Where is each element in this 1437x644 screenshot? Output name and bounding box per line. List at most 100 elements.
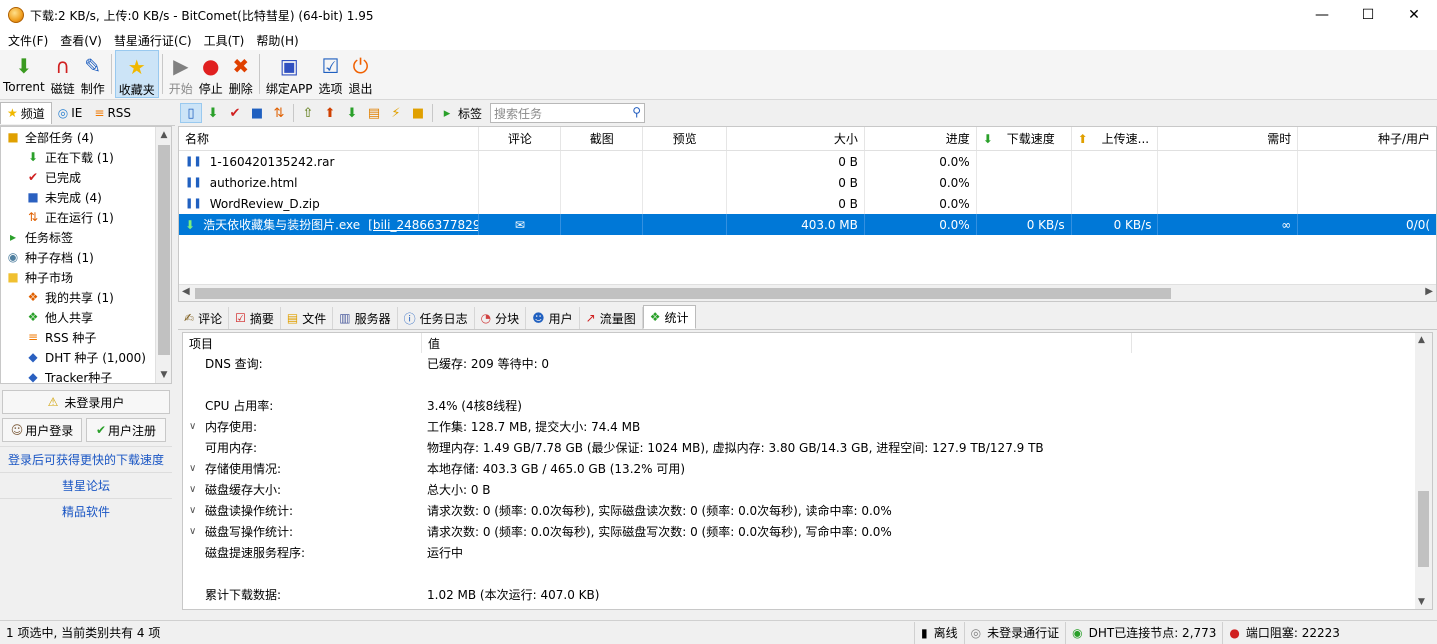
- stats-row[interactable]: 累计下载数据: 1.02 MB (本次运行: 407.0 KB): [183, 584, 1432, 605]
- close-button[interactable]: ✕: [1391, 0, 1437, 30]
- scrollbar-thumb[interactable]: [158, 145, 170, 355]
- column-size[interactable]: 大小: [727, 127, 865, 150]
- status-offline[interactable]: ▮ 离线: [915, 621, 965, 644]
- move-icon[interactable]: ⬆: [319, 103, 341, 123]
- tab-task-log[interactable]: ⓘ 任务日志: [398, 307, 475, 329]
- tree-item-torrent-market[interactable]: ■ 种子市场: [1, 267, 171, 287]
- not-logged-in-user[interactable]: ⚠ 未登录用户: [2, 390, 170, 414]
- user-login-button[interactable]: ☺ 用户登录: [2, 418, 82, 442]
- stats-row[interactable]: DNS 查询: 已缓存: 209 等待中: 0: [183, 353, 1432, 374]
- column-download-speed[interactable]: ⬇ 下载速度: [977, 127, 1072, 150]
- download-filter-icon[interactable]: ⬇: [202, 103, 224, 123]
- scroll-up-icon[interactable]: ▲: [1418, 335, 1425, 345]
- scroll-down-icon[interactable]: ▼: [1418, 597, 1425, 607]
- tag-icon[interactable]: ▸: [436, 103, 458, 123]
- search-icon[interactable]: ⚲: [632, 105, 641, 119]
- scroll-down-icon[interactable]: ▼: [156, 367, 171, 383]
- completed-filter-icon[interactable]: ✔: [224, 103, 246, 123]
- tags-label[interactable]: 标签: [458, 105, 482, 122]
- make-torrent-button[interactable]: ✎ 制作: [78, 50, 108, 98]
- torrent-button[interactable]: ⬇ Torrent: [0, 50, 48, 98]
- scroll-right-icon[interactable]: ▶: [1425, 286, 1433, 297]
- bind-app-button[interactable]: ▣ 绑定APP: [263, 50, 316, 98]
- tree-item-my-shares[interactable]: ❖ 我的共享 (1): [1, 287, 171, 307]
- menu-tools[interactable]: 工具(T): [198, 32, 251, 49]
- column-name[interactable]: 名称: [179, 127, 480, 150]
- status-passport[interactable]: ◎ 未登录通行证: [965, 621, 1067, 644]
- tree-item-completed[interactable]: ✔ 已完成: [1, 167, 171, 187]
- column-upload-speed[interactable]: ⬆ 上传速...: [1072, 127, 1159, 150]
- column-comment[interactable]: 评论: [479, 127, 562, 150]
- tab-peers[interactable]: ☻ 用户: [526, 307, 580, 329]
- start-button[interactable]: ▶ 开始: [166, 50, 196, 98]
- expand-chevron-icon[interactable]: ∨: [189, 526, 205, 537]
- stats-row[interactable]: ∨ 磁盘缓存大小: 总大小: 0 B: [183, 479, 1432, 500]
- software-link[interactable]: 精品软件: [0, 498, 172, 524]
- tab-comments[interactable]: ✍ 评论: [178, 307, 230, 329]
- expand-chevron-icon[interactable]: ∨: [189, 463, 205, 474]
- tab-traffic-graph[interactable]: ↗ 流量图: [580, 307, 643, 329]
- stats-row[interactable]: [183, 374, 1432, 395]
- expand-chevron-icon[interactable]: ∨: [189, 484, 205, 495]
- tree-item-dht-torrents[interactable]: ◆ DHT 种子 (1,000): [1, 347, 171, 367]
- scroll-up-icon[interactable]: ▲: [156, 127, 171, 143]
- search-input[interactable]: 搜索任务 ⚲: [490, 103, 646, 123]
- table-row-selected[interactable]: ⬇ 浩天依收藏集与装扮图片.exe [bili_24866377829] ✉ 403…: [179, 214, 1436, 235]
- tab-rss[interactable]: ≡ RSS: [88, 102, 137, 124]
- menu-passport[interactable]: 彗星通行证(C): [108, 32, 198, 49]
- column-preview[interactable]: 预览: [643, 127, 728, 150]
- table-row[interactable]: ❚❚ 1-160420135242.rar 0 B 0.0%: [179, 151, 1436, 172]
- stats-row[interactable]: ∨ 磁盘读操作统计: 请求次数: 0 (频率: 0.0次每秒), 实际磁盘读次数: …: [183, 500, 1432, 521]
- magnet-button[interactable]: ∩ 磁链: [48, 50, 78, 98]
- tab-servers[interactable]: ▥ 服务器: [333, 307, 398, 329]
- stats-scrollbar[interactable]: ▲ ▼: [1415, 333, 1432, 609]
- status-dht[interactable]: ◉ DHT已连接节点: 2,773: [1066, 621, 1224, 644]
- stats-row[interactable]: CPU 占用率: 3.4% (4核8线程): [183, 395, 1432, 416]
- tab-pieces[interactable]: ◔ 分块: [475, 307, 527, 329]
- tree-item-running[interactable]: ⇅ 正在运行 (1): [1, 207, 171, 227]
- tree-item-torrent-archive[interactable]: ◉ 种子存档 (1): [1, 247, 171, 267]
- stats-row[interactable]: 可用内存: 物理内存: 1.49 GB/7.78 GB (最少保证: 1024 M…: [183, 437, 1432, 458]
- stats-row[interactable]: ∨ 内存使用: 工作集: 128.7 MB, 提交大小: 74.4 MB: [183, 416, 1432, 437]
- tree-item-rss-torrents[interactable]: ≡ RSS 种子: [1, 327, 171, 347]
- incomplete-filter-icon[interactable]: ■: [246, 103, 268, 123]
- envelope-icon[interactable]: ✉: [515, 218, 525, 232]
- exit-button[interactable]: ⏻ 退出: [346, 50, 376, 98]
- column-eta[interactable]: 需时: [1158, 127, 1299, 150]
- scrollbar-thumb[interactable]: [195, 288, 1171, 299]
- favorites-button[interactable]: ★ 收藏夹: [114, 50, 159, 98]
- tab-files[interactable]: ▤ 文件: [281, 307, 334, 329]
- column-seeds[interactable]: 种子/用户: [1298, 127, 1436, 150]
- tab-summary[interactable]: ☑ 摘要: [229, 307, 281, 329]
- stats-row[interactable]: ∨ 存储使用情况: 本地存储: 403.3 GB / 465.0 GB (13.2%…: [183, 458, 1432, 479]
- table-horizontal-scrollbar[interactable]: ◀ ▶: [179, 284, 1436, 301]
- table-row[interactable]: ❚❚ WordReview_D.zip 0 B 0.0%: [179, 193, 1436, 214]
- tab-ie[interactable]: ◎ IE: [52, 102, 89, 124]
- task-tag-link[interactable]: [bili_24866377829]: [368, 218, 478, 232]
- scroll-left-icon[interactable]: ◀: [182, 286, 190, 297]
- tree-item-all-tasks[interactable]: ■ 全部任务 (4): [1, 127, 171, 147]
- column-progress[interactable]: 进度: [865, 127, 977, 150]
- tree-item-downloading[interactable]: ⬇ 正在下载 (1): [1, 147, 171, 167]
- stop-button[interactable]: ● 停止: [196, 50, 226, 98]
- minimize-button[interactable]: —: [1299, 0, 1345, 30]
- stats-row[interactable]: 磁盘提速服务程序: 运行中: [183, 542, 1432, 563]
- menu-file[interactable]: 文件(F): [2, 32, 54, 49]
- running-filter-icon[interactable]: ⇅: [268, 103, 290, 123]
- stats-column-item[interactable]: 项目: [183, 333, 421, 353]
- tree-scrollbar[interactable]: ▲ ▼: [155, 127, 171, 383]
- expand-chevron-icon[interactable]: ∨: [189, 505, 205, 516]
- file-icon[interactable]: ▤: [363, 103, 385, 123]
- folder-icon[interactable]: ■: [407, 103, 429, 123]
- user-register-button[interactable]: ✔ 用户注册: [86, 418, 166, 442]
- expand-chevron-icon[interactable]: ∨: [189, 421, 205, 432]
- menu-view[interactable]: 查看(V): [54, 32, 108, 49]
- maximize-button[interactable]: ☐: [1345, 0, 1391, 30]
- forum-link[interactable]: 彗星论坛: [0, 472, 172, 498]
- up-priority-icon[interactable]: ⇧: [297, 103, 319, 123]
- status-port[interactable]: ● 端口阻塞: 22223: [1223, 622, 1346, 644]
- options-button[interactable]: ☑ 选项: [316, 50, 346, 98]
- tree-item-others-shares[interactable]: ❖ 他人共享: [1, 307, 171, 327]
- table-row[interactable]: ❚❚ authorize.html 0 B 0.0%: [179, 172, 1436, 193]
- delete-button[interactable]: ✖ 删除: [226, 50, 256, 98]
